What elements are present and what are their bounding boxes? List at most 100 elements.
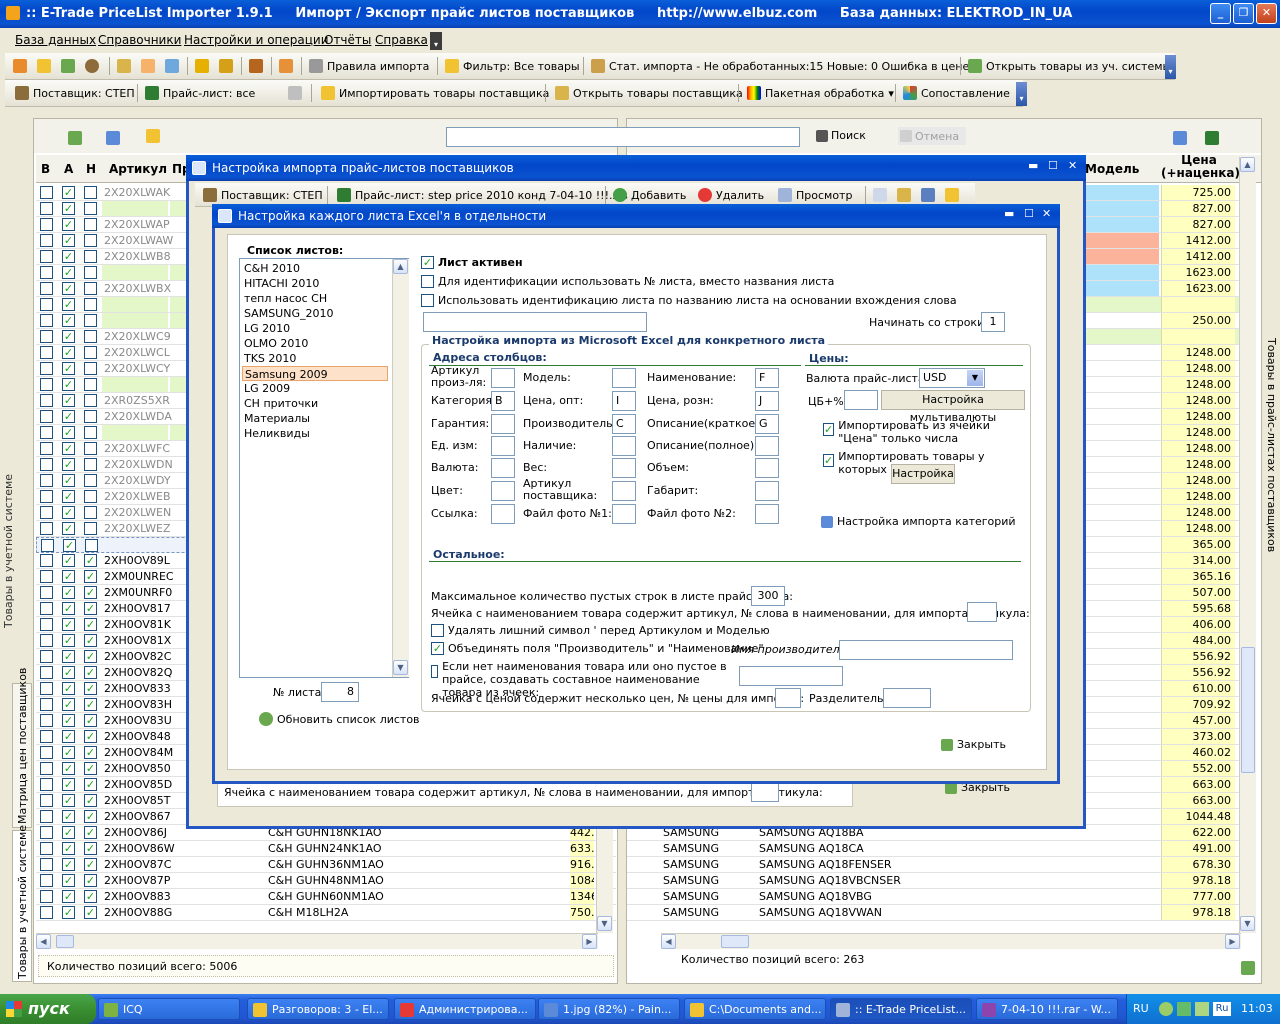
tool-icon-6[interactable] xyxy=(141,56,155,76)
start-button[interactable]: пуск xyxy=(0,994,96,1024)
row-checkbox[interactable] xyxy=(40,506,53,519)
row-checkbox[interactable]: ✓ xyxy=(84,858,97,871)
row-checkbox[interactable]: ✓ xyxy=(62,906,75,919)
sheet-list-item[interactable]: C&H 2010 xyxy=(242,261,388,276)
sheet-list[interactable]: C&H 2010 HITACHI 2010 тепл насос CH SAMSUNG… xyxy=(239,258,409,678)
row-checkbox[interactable]: ✓ xyxy=(84,554,97,567)
row-checkbox[interactable]: ✓ xyxy=(62,506,75,519)
row-checkbox[interactable] xyxy=(40,186,53,199)
sheet-list-item[interactable]: HITACHI 2010 xyxy=(242,276,388,291)
row-checkbox[interactable]: ✓ xyxy=(62,410,75,423)
column-address-input[interactable] xyxy=(491,436,515,456)
divider-input[interactable] xyxy=(883,688,931,708)
row-checkbox[interactable]: ✓ xyxy=(84,778,97,791)
taskbar-item[interactable]: Администрирова... xyxy=(394,998,536,1020)
row-checkbox[interactable] xyxy=(40,474,53,487)
currency-select[interactable]: USD ▼ xyxy=(919,368,985,388)
wand-icon[interactable] xyxy=(249,56,263,76)
column-address-input[interactable] xyxy=(491,458,515,478)
maximize-button[interactable]: ❐ xyxy=(1233,3,1254,24)
row-checkbox[interactable]: ✓ xyxy=(62,810,75,823)
row-checkbox[interactable]: ✓ xyxy=(62,378,75,391)
row-checkbox[interactable]: ✓ xyxy=(62,714,75,727)
col-header-price[interactable]: Цена (+наценка) xyxy=(1161,154,1240,180)
open-accounting-goods-button[interactable]: Открыть товары из уч. системы xyxy=(968,56,1171,76)
row-checkbox[interactable]: ✓ xyxy=(84,682,97,695)
toolbar2-overflow-icon[interactable]: ▾ xyxy=(1016,82,1027,106)
row-checkbox[interactable]: ✓ xyxy=(62,682,75,695)
sheet-number-input[interactable]: 8 xyxy=(321,682,359,702)
folder-icon[interactable] xyxy=(146,129,160,143)
row-checkbox[interactable] xyxy=(84,250,97,263)
column-address-input[interactable] xyxy=(755,481,779,501)
row-checkbox[interactable]: ✓ xyxy=(84,650,97,663)
table-row[interactable]: ✓ ✓ 2XH0OV87P C&H GUHN48NM1AO 1084 xyxy=(36,873,616,889)
row-checkbox[interactable]: ✓ xyxy=(84,666,97,679)
search-input[interactable] xyxy=(446,127,800,147)
row-checkbox[interactable]: ✓ xyxy=(62,858,75,871)
sort-icon[interactable] xyxy=(1173,131,1187,145)
row-checkbox[interactable]: ✓ xyxy=(62,234,75,247)
import-numbers-only-checkbox[interactable]: ✓ Импортировать из ячейки "Цена" только ч… xyxy=(823,419,1023,445)
row-checkbox[interactable]: ✓ xyxy=(84,634,97,647)
menu-item-database[interactable]: База данных xyxy=(15,33,96,47)
row-checkbox[interactable]: ✓ xyxy=(62,890,75,903)
tool-icon-9[interactable] xyxy=(219,56,233,76)
row-checkbox[interactable] xyxy=(40,330,53,343)
column-address-input[interactable] xyxy=(755,458,779,478)
menu-item-reports[interactable]: Отчёты xyxy=(324,33,371,47)
use-sheet-name-checkbox[interactable]: Использовать идентификацию листа по назв… xyxy=(421,294,957,307)
column-address-input[interactable] xyxy=(612,481,636,501)
cb-percent-input[interactable] xyxy=(844,390,878,410)
row-checkbox[interactable] xyxy=(40,890,53,903)
column-address-input[interactable] xyxy=(491,414,515,434)
row-checkbox[interactable]: ✓ xyxy=(62,458,75,471)
row-checkbox[interactable] xyxy=(84,410,97,423)
dialog1-supplier-selector[interactable]: Поставщик: СТЕП xyxy=(203,185,323,205)
row-checkbox[interactable]: ✓ xyxy=(62,474,75,487)
column-address-input[interactable] xyxy=(612,436,636,456)
column-address-input[interactable] xyxy=(491,481,515,501)
row-checkbox[interactable]: ✓ xyxy=(62,298,75,311)
matching-button[interactable]: Сопоставление xyxy=(903,83,1010,103)
sheet-list-item[interactable]: LG 2009 xyxy=(242,381,388,396)
row-checkbox[interactable] xyxy=(40,218,53,231)
row-checkbox[interactable]: ✓ xyxy=(62,490,75,503)
menu-item-settings[interactable]: Настройки и операции xyxy=(184,33,329,47)
row-checkbox[interactable]: ✓ xyxy=(62,282,75,295)
right-grid-vscroll[interactable]: ▲ ▼ xyxy=(1239,157,1256,933)
menu-item-help[interactable]: Справка xyxy=(375,33,428,47)
taskbar-item[interactable]: :: E-Trade PriceList... xyxy=(830,998,972,1020)
pricelist-selector[interactable]: Прайс-лист: все xyxy=(145,83,255,103)
table-row[interactable]: ✓ ✓ 2XH0OV88G C&H M18LH2A 750.( xyxy=(36,905,616,921)
row-checkbox[interactable] xyxy=(84,314,97,327)
taskbar-item[interactable]: ICQ xyxy=(98,998,240,1020)
dialog1-close-button[interactable]: ✕ xyxy=(1068,159,1077,172)
row-checkbox[interactable]: ✓ xyxy=(62,634,75,647)
manufacturer-name-input[interactable] xyxy=(839,640,1013,660)
sheet-list-item[interactable]: Неликвиды xyxy=(242,426,388,441)
row-checkbox[interactable]: ✓ xyxy=(84,746,97,759)
row-checkbox[interactable] xyxy=(40,202,53,215)
row-checkbox[interactable]: ✓ xyxy=(84,906,97,919)
row-checkbox[interactable]: ✓ xyxy=(62,362,75,375)
search-button[interactable]: Поиск xyxy=(816,129,866,142)
row-checkbox[interactable] xyxy=(40,458,53,471)
export-icon[interactable] xyxy=(68,131,82,145)
dialog2-minimize-button[interactable]: ▬ xyxy=(1004,207,1014,220)
row-checkbox[interactable] xyxy=(40,826,53,839)
row-checkbox[interactable]: ✓ xyxy=(84,698,97,711)
row-checkbox[interactable] xyxy=(40,570,53,583)
row-checkbox[interactable] xyxy=(84,266,97,279)
article-word-number-input[interactable] xyxy=(967,602,997,622)
paste-icon[interactable] xyxy=(897,185,911,205)
sheet-list-item[interactable]: TKS 2010 xyxy=(242,351,388,366)
row-checkbox[interactable]: ✓ xyxy=(62,330,75,343)
row-checkbox[interactable] xyxy=(40,442,53,455)
column-address-input[interactable]: F xyxy=(755,368,779,388)
row-checkbox[interactable]: ✓ xyxy=(62,698,75,711)
column-address-input[interactable] xyxy=(755,504,779,524)
dialog1-minimize-button[interactable]: ▬ xyxy=(1028,159,1038,172)
row-checkbox[interactable] xyxy=(84,378,97,391)
row-checkbox[interactable] xyxy=(40,266,53,279)
